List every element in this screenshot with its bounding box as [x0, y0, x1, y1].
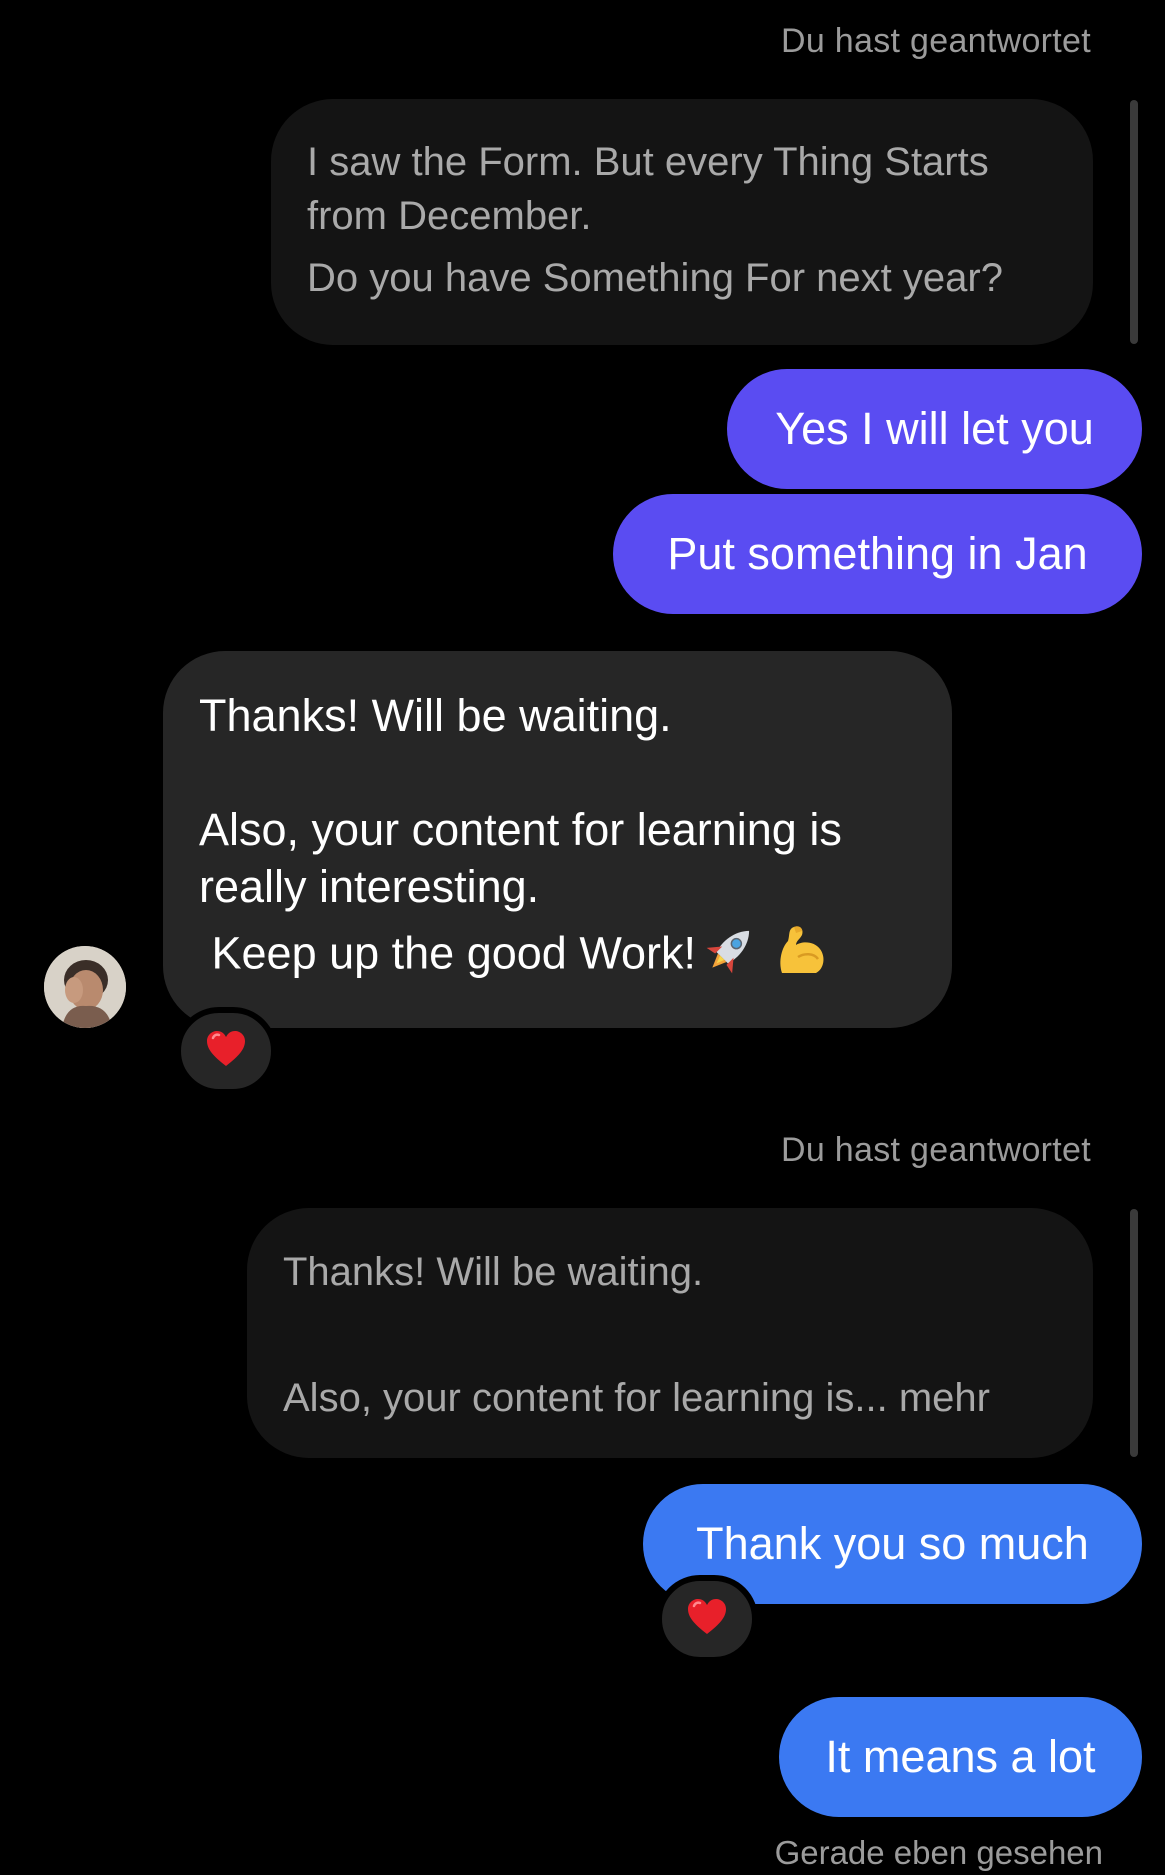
- rocket-emoji: [700, 921, 760, 992]
- heart-icon: [205, 1030, 247, 1073]
- quote-indicator-bar: [1130, 100, 1138, 344]
- sent-message[interactable]: Yes I will let you: [727, 369, 1142, 489]
- avatar[interactable]: [44, 946, 126, 1028]
- sent-message[interactable]: Put something in Jan: [613, 494, 1142, 614]
- quoted-message[interactable]: I saw the Form. But every Thing Starts f…: [271, 99, 1093, 345]
- message-line: Also, your content for learning is: [199, 804, 842, 856]
- quote-indicator-bar: [1130, 1209, 1138, 1457]
- received-message[interactable]: Thanks! Will be waiting. Also, your cont…: [163, 651, 952, 1028]
- message-line: Thanks! Will be waiting.: [199, 690, 672, 741]
- quote-line: Do you have Something For next year?: [307, 256, 1003, 300]
- message-line: Keep up the good Work!: [199, 927, 697, 979]
- quote-line: I saw the Form. But every Thing Starts: [307, 140, 989, 184]
- message-line: [199, 744, 916, 801]
- flexed-biceps-emoji: [774, 921, 830, 992]
- message-reaction[interactable]: [656, 1575, 758, 1663]
- reply-label: Du hast geantwortet: [781, 1131, 1091, 1169]
- quote-line: [283, 1300, 1057, 1370]
- seen-status: Gerade eben gesehen: [774, 1834, 1103, 1871]
- heart-icon: [686, 1598, 728, 1641]
- reply-label: Du hast geantwortet: [781, 22, 1091, 60]
- avatar-image: [44, 946, 126, 1028]
- quote-line: from December.: [307, 194, 592, 238]
- quoted-message[interactable]: Thanks! Will be waiting. Also, your cont…: [247, 1208, 1093, 1458]
- quote-line: Also, your content for learning is... me…: [283, 1376, 990, 1420]
- message-reaction[interactable]: [175, 1007, 277, 1095]
- sent-message[interactable]: It means a lot: [779, 1697, 1142, 1817]
- quote-line: Thanks! Will be waiting.: [283, 1250, 704, 1294]
- message-line: really interesting.: [199, 861, 540, 913]
